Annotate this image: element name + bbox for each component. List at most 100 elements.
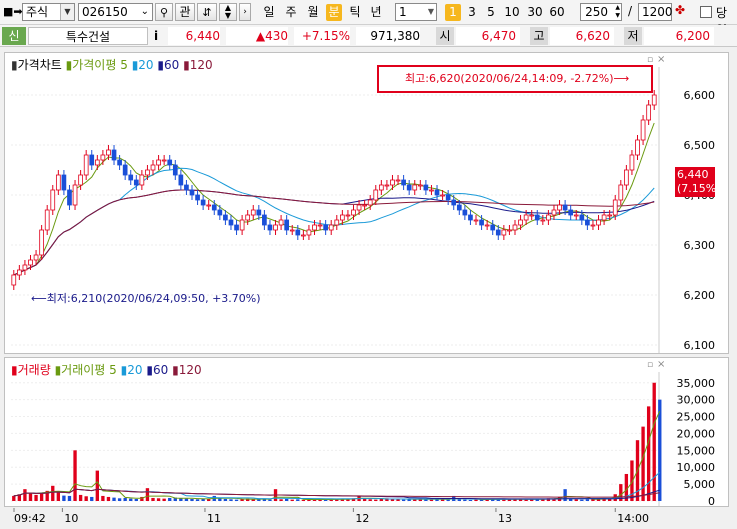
price-tick-label: 6,300	[684, 239, 716, 252]
price-chart-panel[interactable]: 6,6006,5006,4006,3006,2006,100 ▮가격차트 ▮가격…	[4, 52, 729, 354]
refresh-button[interactable]: ⇵	[197, 3, 217, 21]
panel-close-icon[interactable]: ×	[657, 359, 665, 370]
candle-body	[50, 189, 56, 211]
candle-body	[189, 189, 195, 196]
candle-body	[239, 219, 245, 231]
candle-body	[423, 184, 429, 191]
legend-price-chart: 가격차트	[17, 58, 62, 72]
candle-body	[211, 204, 217, 211]
candle-body	[540, 219, 546, 222]
candle-body	[351, 209, 356, 216]
candle-body	[362, 204, 367, 207]
minute-btn-3[interactable]: 3	[464, 4, 480, 21]
code-input[interactable]: 026150 ⌄	[78, 3, 153, 21]
volume-tick-label: 30,000	[677, 394, 716, 407]
search-icon: ⚲	[159, 6, 169, 19]
candle-body	[100, 154, 106, 161]
related-button[interactable]: 관	[175, 3, 195, 21]
candle-body	[267, 224, 273, 231]
more-button[interactable]: ›	[239, 3, 251, 21]
volume-chart-panel[interactable]: 35,000 30,000 25,000 20,000 15,000 10,000 5,00…	[4, 357, 729, 507]
candle-body	[417, 184, 423, 187]
candle-body	[429, 189, 434, 192]
candle-body	[206, 204, 212, 207]
panel-minimize-icon[interactable]: ▫	[647, 55, 653, 65]
candle-body	[490, 224, 496, 231]
candle-body	[133, 179, 139, 186]
legend-marker-icon: ▮	[11, 58, 18, 72]
price-legend: ▮가격차트 ▮가격이평 5 ▮20 ▮60 ▮120	[11, 56, 213, 73]
candle-body	[55, 174, 61, 191]
panel-minimize-icon[interactable]: ▫	[647, 360, 653, 370]
candle-body	[306, 229, 312, 236]
candle-body	[245, 214, 251, 221]
market-select[interactable]: 주식 ▼	[22, 3, 75, 21]
legend-marker-icon: ▮	[11, 363, 18, 377]
minute-btn-5[interactable]: 5	[483, 4, 499, 21]
minute-btn-10[interactable]: 10	[502, 4, 522, 21]
candle-body	[373, 189, 379, 201]
candle-body	[607, 214, 613, 217]
candle-body	[507, 229, 512, 232]
price-tick-label: 6,500	[684, 139, 716, 152]
min-price-annotation: ⟵최저:6,210(2020/06/24,09:50, +3.70%)	[31, 292, 261, 305]
interval-select[interactable]: 1 ▼	[395, 3, 437, 21]
count-stepper[interactable]: 250 ▲ ▼	[580, 3, 622, 21]
tab-month[interactable]: 월	[305, 4, 321, 21]
candle-body	[256, 209, 262, 216]
candle-body	[278, 219, 284, 226]
candle-body	[529, 214, 535, 217]
candle-body	[406, 184, 412, 191]
search-button[interactable]: ⚲	[155, 3, 173, 21]
interval-value: 1	[399, 5, 407, 19]
candle-body	[323, 224, 328, 231]
link-arrow-icon[interactable]: ■➡	[3, 5, 23, 18]
tab-week[interactable]: 주	[283, 4, 299, 21]
minute-btn-30[interactable]: 30	[525, 4, 545, 21]
candle-body	[289, 229, 295, 232]
volume-tick-label: 5,000	[684, 478, 716, 491]
candle-body	[468, 214, 473, 221]
volume-tick-label: 15,000	[677, 444, 716, 457]
total-value: 1200	[642, 5, 673, 19]
legend-volume: 거래량	[17, 363, 51, 377]
open-price: 6,470	[456, 27, 520, 45]
pin-icon[interactable]: ✤	[675, 3, 685, 17]
candle-body	[145, 169, 150, 176]
candle-body	[451, 199, 457, 206]
trade-volume: 971,380	[356, 27, 420, 45]
total-field[interactable]: 1200	[638, 3, 673, 21]
candle-body	[11, 274, 17, 286]
time-tick-label: 10	[64, 512, 78, 525]
today-checkbox[interactable]	[700, 6, 712, 18]
minute-btn-60[interactable]: 60	[547, 4, 567, 21]
candle-body	[122, 164, 128, 176]
tab-tick[interactable]: 틱	[347, 4, 363, 21]
candle-body	[573, 214, 579, 217]
current-price-badge: 6,440 (7.15%)	[675, 167, 721, 197]
candle-body	[546, 214, 551, 221]
info-button[interactable]: i	[151, 27, 161, 45]
tab-day[interactable]: 일	[261, 4, 277, 21]
minute-btn-1[interactable]: 1	[445, 4, 461, 21]
time-tick-label: 11	[207, 512, 221, 525]
tab-minute[interactable]: 분	[326, 4, 342, 21]
candle-body	[534, 214, 540, 221]
candle-body	[167, 159, 173, 166]
candle-body	[150, 164, 156, 171]
candle-body	[61, 174, 67, 191]
legend-marker-icon: ▮	[183, 58, 190, 72]
candle-body	[390, 179, 395, 186]
panel-close-icon[interactable]: ×	[657, 54, 665, 65]
legend-vma120: 120	[178, 363, 202, 377]
candle-body	[312, 224, 317, 231]
refresh-icon: ⇵	[202, 6, 212, 19]
legend-marker-icon: ▮	[172, 363, 179, 377]
candle-body	[39, 229, 44, 256]
candle-body	[640, 119, 646, 141]
candle-body	[234, 224, 239, 231]
volume-tick-label: 10,000	[677, 461, 716, 474]
prev-next-stepper[interactable]: ▲ ▼	[219, 3, 237, 21]
tab-year[interactable]: 년	[368, 4, 384, 21]
candle-body	[401, 179, 406, 186]
